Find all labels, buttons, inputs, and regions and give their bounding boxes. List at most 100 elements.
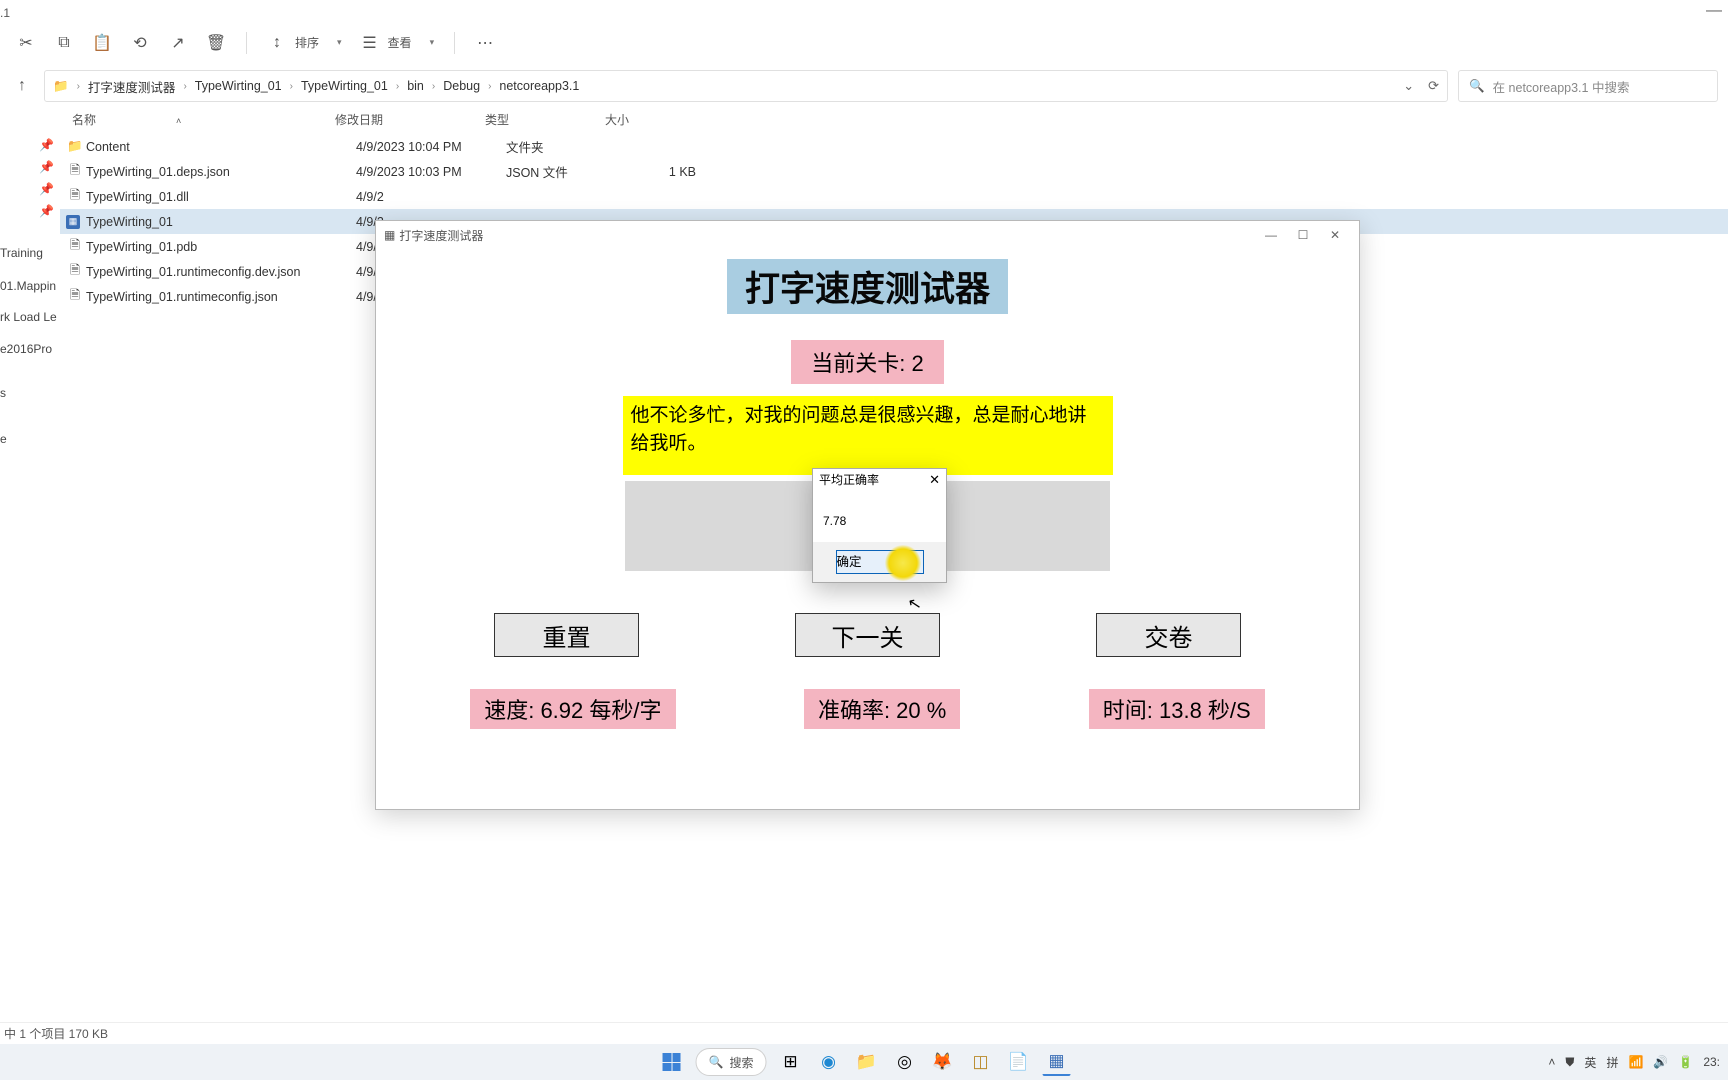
sidebar-fragment[interactable]: rk Load Le	[0, 310, 57, 324]
file-date: 4/9/2023 10:04 PM	[356, 140, 506, 154]
exe-icon: ▦	[66, 215, 84, 229]
dialog-titlebar: 平均正确率 ✕	[813, 469, 946, 490]
breadcrumb[interactable]: 📁 › 打字速度测试器 › TypeWirting_01 › TypeWirti…	[44, 70, 1448, 102]
close-icon[interactable]: ✕	[929, 472, 940, 488]
sort-icon[interactable]: ↕	[267, 33, 287, 53]
taskbar-search[interactable]: 🔍搜索	[696, 1048, 767, 1076]
dialog-value: 7.78	[823, 514, 846, 528]
crumb[interactable]: bin	[407, 79, 424, 93]
reset-button[interactable]: 重置	[494, 613, 639, 657]
explorer-toolbar: ✂ ⧉ 📋 ⟲ ↗ 🗑 ↕ 排序 ▾ ☰ 查看 ▾ ⋯	[8, 26, 1720, 60]
app-icon[interactable]: ◫	[966, 1048, 994, 1076]
more-icon[interactable]: ⋯	[475, 33, 495, 53]
status-text: 中 1 个项目 170 KB	[4, 1025, 108, 1042]
status-bar: 中 1 个项目 170 KB	[0, 1022, 1728, 1044]
level-label: 当前关卡: 2	[791, 340, 943, 384]
folder-icon: 📁	[53, 79, 69, 94]
file-name: TypeWirting_01.dll	[86, 190, 356, 204]
chevron-down-icon[interactable]: ⌄	[1403, 78, 1414, 94]
share-icon[interactable]: ↗	[168, 33, 188, 53]
minimize-icon[interactable]: —	[1706, 2, 1722, 20]
next-level-button[interactable]: 下一关	[795, 613, 940, 657]
app-window-title: 打字速度测试器	[399, 227, 483, 244]
address-bar-row: ↑ 📁 › 打字速度测试器 › TypeWirting_01 › TypeWir…	[0, 68, 1728, 104]
file-name: TypeWirting_01	[86, 215, 356, 229]
crumb[interactable]: 打字速度测试器	[88, 77, 176, 96]
close-icon[interactable]: ✕	[1319, 228, 1351, 242]
ime-mode[interactable]: 拼	[1606, 1054, 1618, 1071]
delete-icon[interactable]: 🗑	[206, 33, 226, 53]
window-controls: —	[1706, 2, 1722, 20]
paste-icon[interactable]: 📋	[92, 33, 112, 53]
file-size: 1 KB	[626, 165, 716, 179]
sidebar-fragment[interactable]: Training	[0, 246, 43, 260]
average-accuracy-dialog: 平均正确率 ✕ 7.78 确定	[812, 468, 947, 583]
col-date[interactable]: 修改日期	[335, 111, 485, 128]
chevron-down-icon: ▾	[337, 37, 342, 48]
crumb[interactable]: TypeWirting_01	[195, 79, 282, 93]
sidebar-fragment[interactable]: 01.Mappin	[0, 279, 56, 293]
notepad-icon[interactable]: 📄	[1004, 1048, 1032, 1076]
col-name[interactable]: 名称	[72, 113, 96, 127]
stat-accuracy: 准确率: 20 %	[804, 689, 960, 729]
sidebar-fragment[interactable]: e2016Pro	[0, 342, 52, 356]
start-button[interactable]	[658, 1048, 686, 1076]
refresh-icon[interactable]: ⟳	[1428, 78, 1439, 94]
search-placeholder: 在 netcoreapp3.1 中搜索	[1493, 77, 1630, 96]
clock[interactable]: 23:	[1703, 1055, 1720, 1069]
edge-icon[interactable]: ◉	[814, 1048, 842, 1076]
table-row[interactable]: 🗎TypeWirting_01.deps.json4/9/2023 10:03 …	[60, 159, 1728, 184]
minimize-icon[interactable]: —	[1255, 228, 1287, 242]
search-icon: 🔍	[1469, 79, 1485, 94]
file-icon: 🗎	[66, 161, 84, 182]
chevron-right-icon: ›	[77, 81, 80, 92]
crumb[interactable]: TypeWirting_01	[301, 79, 388, 93]
pin-icon[interactable]: 📌	[39, 182, 54, 196]
chevron-down-icon: ▾	[430, 37, 435, 48]
rename-icon[interactable]: ⟲	[130, 33, 150, 53]
crumb[interactable]: netcoreapp3.1	[499, 79, 579, 93]
pin-icon[interactable]: 📌	[39, 160, 54, 174]
view-label[interactable]: 查看	[388, 34, 412, 51]
file-explorer-icon[interactable]: 📁	[852, 1048, 880, 1076]
cut-icon[interactable]: ✂	[16, 33, 36, 53]
app-titlebar: ▦ 打字速度测试器 — ☐ ✕	[376, 221, 1359, 249]
file-name: TypeWirting_01.pdb	[86, 240, 356, 254]
submit-button[interactable]: 交卷	[1096, 613, 1241, 657]
file-icon: 🗎	[66, 236, 84, 257]
wifi-icon[interactable]: 📶	[1628, 1055, 1643, 1069]
folder-icon: 📁	[66, 139, 84, 154]
pin-icon[interactable]: 📌	[39, 204, 54, 218]
task-view-icon[interactable]: ⊞	[776, 1048, 804, 1076]
sidebar-fragment[interactable]: s	[0, 386, 6, 400]
sidebar-fragment[interactable]: e	[0, 432, 7, 446]
volume-icon[interactable]: 🔊	[1653, 1055, 1668, 1069]
running-app-icon[interactable]: ▦	[1042, 1048, 1070, 1076]
sort-label[interactable]: 排序	[295, 34, 319, 51]
chrome-icon[interactable]: ◎	[890, 1048, 918, 1076]
battery-icon[interactable]: 🔋	[1678, 1055, 1693, 1069]
copy-icon[interactable]: ⧉	[54, 33, 74, 53]
click-highlight	[885, 545, 921, 581]
tray-security-icon[interactable]: ⛊	[1565, 1055, 1574, 1070]
file-date: 4/9/2023 10:03 PM	[356, 165, 506, 179]
file-icon: 🗎	[66, 261, 84, 282]
maximize-icon[interactable]: ☐	[1287, 228, 1319, 242]
table-row[interactable]: 🗎TypeWirting_01.dll4/9/2	[60, 184, 1728, 209]
col-size[interactable]: 大小	[605, 111, 695, 128]
ok-button-label: 确定	[837, 555, 862, 569]
pin-icon[interactable]: 📌	[39, 138, 54, 152]
search-input[interactable]: 🔍 在 netcoreapp3.1 中搜索	[1458, 70, 1718, 102]
crumb[interactable]: Debug	[443, 79, 480, 93]
col-type[interactable]: 类型	[485, 111, 605, 128]
ime-lang[interactable]: 英	[1584, 1054, 1596, 1071]
nav-up-icon[interactable]: ↑	[10, 77, 34, 95]
separator	[246, 32, 247, 54]
ok-button[interactable]: 确定	[836, 550, 924, 574]
tray-chevron-icon[interactable]: ˄	[1548, 1055, 1555, 1069]
view-icon[interactable]: ☰	[360, 33, 380, 53]
firefox-icon[interactable]: 🦊	[928, 1048, 956, 1076]
file-type: 文件夹	[506, 137, 626, 156]
table-row[interactable]: 📁Content4/9/2023 10:04 PM文件夹	[60, 134, 1728, 159]
dialog-title: 平均正确率	[819, 471, 879, 488]
